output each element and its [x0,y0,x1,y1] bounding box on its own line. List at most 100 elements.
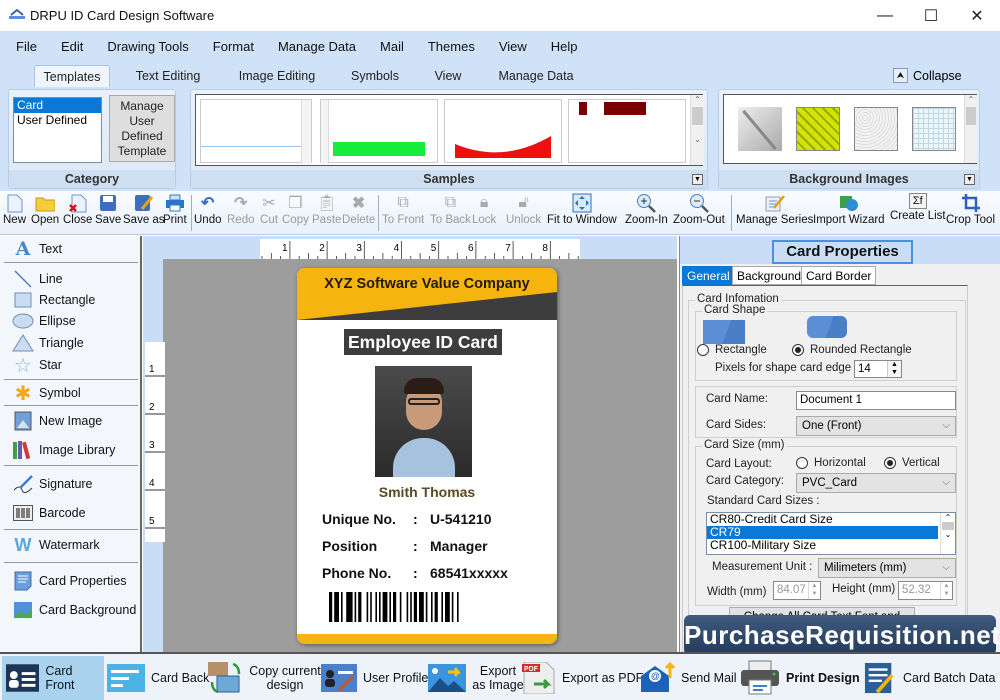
redo-button[interactable]: ↷ Redo [227,193,255,226]
unlock-button[interactable]: 🔓︎ Unlock [506,193,541,226]
menu-format[interactable]: Format [213,39,254,54]
stepper-arrows-icon[interactable]: ▲ ▼ [887,361,901,377]
background-image-4[interactable] [912,107,956,151]
standard-sizes-list[interactable]: CR80-Credit Card Size CR79 CR100-Militar… [706,512,956,555]
rounded-shape-preview[interactable] [807,316,847,338]
zoom-in-button[interactable]: Zoom-In [625,193,668,226]
menu-mail[interactable]: Mail [380,39,404,54]
menu-file[interactable]: File [16,39,37,54]
employee-photo[interactable] [375,366,472,477]
card-barcode[interactable] [329,592,521,622]
create-list-button[interactable]: Σf Create List [890,193,946,222]
menu-help[interactable]: Help [551,39,578,54]
field-value-unique-no[interactable]: U-541210 [430,511,492,527]
tab-card-border[interactable]: Card Border [801,266,877,285]
tool-text[interactable]: A Text [12,238,62,260]
radio-horizontal[interactable]: Horizontal [796,457,866,469]
menu-manage-data[interactable]: Manage Data [278,39,356,54]
copy-button[interactable]: ❐ Copy [282,193,309,226]
minimize-button[interactable]: — [862,0,908,31]
tool-rectangle[interactable]: Rectangle [12,290,95,310]
menu-view[interactable]: View [499,39,527,54]
save-button[interactable]: Save [95,193,121,226]
radio-rectangle[interactable]: Rectangle [697,344,767,356]
tab-text-editing[interactable]: Text Editing [128,65,208,87]
tool-barcode[interactable]: Barcode [12,503,86,523]
tool-triangle[interactable]: Triangle [12,333,84,353]
category-item-user-defined[interactable]: User Defined [14,113,101,128]
tab-background[interactable]: Background [732,266,807,285]
tab-symbols[interactable]: Symbols [345,65,405,87]
field-value-phone-no[interactable]: 68541xxxxx [430,565,508,581]
card-sides-select[interactable]: One (Front) ⌵ [796,416,956,436]
tool-new-image[interactable]: New Image [12,411,102,431]
maximize-button[interactable]: ☐ [908,0,954,31]
to-back-button[interactable]: ⧉ To Back [430,193,471,226]
menu-drawing-tools[interactable]: Drawing Tools [107,39,188,54]
edge-pixels-stepper[interactable]: 14 ▲ ▼ [854,360,902,378]
card-front-button[interactable]: Card Front [2,656,104,700]
width-stepper[interactable]: 84.07 ▲ ▼ [773,581,821,600]
radio-rounded-rectangle[interactable]: Rounded Rectangle [792,344,912,356]
export-as-pdf-button[interactable]: PDF Export as PDF [522,656,643,700]
card-back-button[interactable]: Card Back [107,656,209,700]
tab-image-editing[interactable]: Image Editing [232,65,322,87]
background-expand-icon[interactable]: ▼ [964,174,975,185]
paste-button[interactable]: 📋︎ Paste [312,193,341,226]
category-list[interactable]: Card Templates User Defined [13,97,102,163]
id-card-preview[interactable]: XYZ Software Value Company Employee ID C… [297,268,557,644]
tool-star[interactable]: ☆ Star [12,355,62,377]
print-button[interactable]: Print [163,193,187,226]
menu-themes[interactable]: Themes [428,39,475,54]
sample-template-2[interactable] [320,99,438,164]
zoom-out-button[interactable]: Zoom-Out [673,193,725,226]
manage-user-defined-template-button[interactable]: Manage User Defined Template [109,95,175,162]
tool-card-background[interactable]: Card Background [12,600,136,620]
card-company-name[interactable]: XYZ Software Value Company [297,276,557,292]
tool-symbol[interactable]: ✱ Symbol [12,383,81,405]
to-front-button[interactable]: ⧉ To Front [382,193,424,226]
field-value-position[interactable]: Manager [430,538,488,554]
menu-edit[interactable]: Edit [61,39,83,54]
manage-series-button[interactable]: Manage Series [736,193,813,226]
tab-templates[interactable]: Templates [34,65,110,87]
copy-current-design-button[interactable]: Copy current design [207,656,321,700]
sample-template-3[interactable] [444,99,562,163]
employee-name[interactable]: Smith Thomas [297,484,557,500]
cut-button[interactable]: ✂ Cut [259,193,279,226]
lock-button[interactable]: 🔒︎ Lock [472,193,496,226]
background-image-2[interactable] [796,107,840,151]
tab-general[interactable]: General [682,266,735,285]
print-design-button[interactable]: Print Design [740,656,860,700]
delete-button[interactable]: ✖ Delete [342,193,375,226]
close-doc-button[interactable]: Close [63,193,92,226]
size-item-cr100[interactable]: CR100-Military Size [707,539,955,552]
tool-signature[interactable]: Signature [12,474,93,494]
samples-expand-icon[interactable]: ▼ [692,174,703,185]
height-stepper[interactable]: 52.32 ▲ ▼ [898,581,953,600]
card-category-select[interactable]: PVC_Card ⌵ [796,473,956,493]
user-profile-button[interactable]: User Profile [321,656,428,700]
tool-image-library[interactable]: Image Library [12,440,115,460]
rectangle-shape-preview[interactable] [703,320,745,344]
radio-vertical[interactable]: Vertical [884,457,940,469]
send-mail-button[interactable]: @ Send Mail [641,656,737,700]
close-button[interactable]: ✕ [954,0,1000,31]
measurement-unit-select[interactable]: Milimeters (mm) ⌵ [818,558,956,578]
tool-ellipse[interactable]: Ellipse [12,311,76,331]
fit-to-window-button[interactable]: Fit to Window [547,193,617,226]
import-wizard-button[interactable]: Import Wizard [813,193,885,226]
tab-view[interactable]: View [428,65,468,87]
tool-line[interactable]: Line [12,269,63,289]
tool-watermark[interactable]: W Watermark [12,535,100,555]
tool-card-properties[interactable]: Card Properties [12,571,127,591]
save-as-button[interactable]: Save as [123,193,165,226]
background-scrollbar[interactable]: ⌃ [964,95,977,163]
open-button[interactable]: Open [31,193,59,226]
background-image-1[interactable] [738,107,782,151]
tab-manage-data[interactable]: Manage Data [494,65,578,87]
sizes-scrollbar[interactable]: ⌃ ⌄ [940,513,955,554]
category-item-card-templates[interactable]: Card Templates [14,98,101,127]
collapse-button[interactable]: ⮝ Collapse [893,68,962,83]
background-image-3[interactable] [854,107,898,151]
